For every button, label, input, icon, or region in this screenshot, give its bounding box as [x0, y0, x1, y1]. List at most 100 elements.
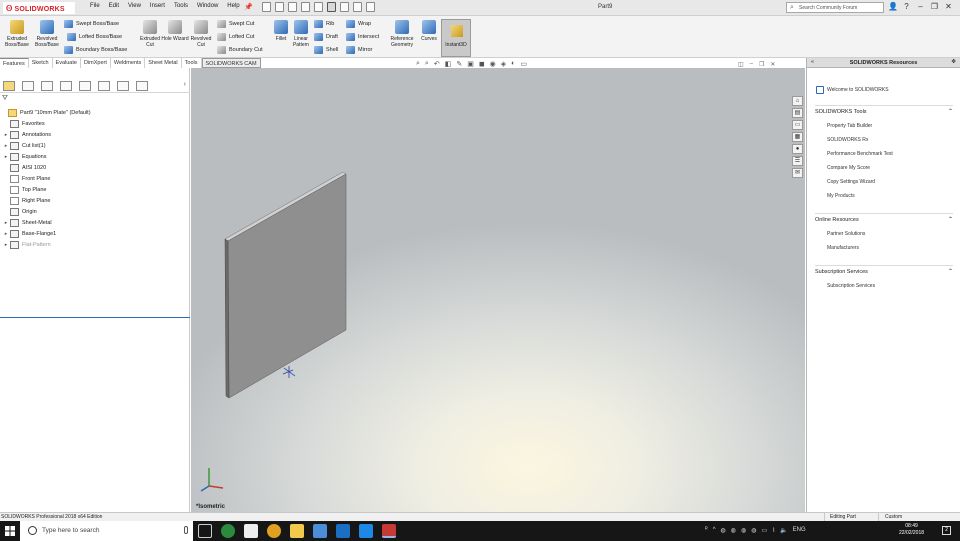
- previous-view-icon[interactable]: ↶: [434, 60, 440, 68]
- people-icon[interactable]: ᴿ: [705, 527, 708, 534]
- viewport-tile-icon[interactable]: ◫: [738, 61, 744, 68]
- file-explorer-icon[interactable]: [290, 524, 304, 538]
- performance-benchmark-link[interactable]: Performance Benchmark Test: [816, 150, 893, 158]
- hide-show-items-icon[interactable]: ◉: [490, 60, 496, 68]
- taskbar-clock[interactable]: 08:49 22/02/2018: [899, 523, 924, 537]
- menu-help[interactable]: Help: [227, 3, 239, 9]
- solidworks-taskbar-icon[interactable]: [382, 524, 396, 538]
- tray-app-icon[interactable]: ◍: [731, 527, 736, 534]
- expand-arrow-icon[interactable]: ▸: [2, 231, 10, 237]
- tab-tools[interactable]: Tools: [182, 58, 202, 68]
- open-icon[interactable]: [275, 2, 284, 12]
- partner-solutions-link[interactable]: Partner Solutions: [816, 230, 865, 238]
- tree-item[interactable]: ▸ Annotations: [0, 129, 190, 140]
- menu-insert[interactable]: Insert: [150, 3, 165, 9]
- my-products-link[interactable]: My Products: [816, 192, 855, 200]
- section-solidworks-tools[interactable]: SOLIDWORKS Tools ⌃: [815, 109, 953, 115]
- menu-tools[interactable]: Tools: [174, 3, 188, 9]
- rib-button[interactable]: Rib: [314, 20, 334, 28]
- cam-tool-tree-tab-icon[interactable]: [136, 81, 148, 91]
- unit-system-selector[interactable]: Custom: [885, 514, 902, 520]
- search-input[interactable]: ⌕ Search Community Forum: [786, 2, 884, 13]
- design-library-icon[interactable]: ▤: [792, 108, 803, 118]
- options-gear-icon[interactable]: [366, 2, 375, 12]
- chevron-up-icon[interactable]: ⌃: [948, 108, 953, 115]
- chrome-icon[interactable]: [267, 524, 281, 538]
- zoom-to-area-icon[interactable]: ⌕: [425, 60, 429, 68]
- graphics-area[interactable]: *Isometric: [191, 68, 805, 512]
- tab-weldments[interactable]: Weldments: [111, 58, 146, 68]
- zoom-to-fit-icon[interactable]: ⌕: [416, 60, 420, 68]
- tree-item[interactable]: ▸ Equations: [0, 151, 190, 162]
- property-manager-tab-icon[interactable]: [22, 81, 34, 91]
- action-center-icon[interactable]: 2: [942, 526, 951, 535]
- chevron-up-icon[interactable]: ⌃: [948, 268, 953, 275]
- welcome-link[interactable]: Welcome to SOLIDWORKS: [816, 86, 889, 94]
- xbox-icon[interactable]: [221, 524, 235, 538]
- tab-features[interactable]: Features: [0, 58, 29, 68]
- chevron-up-icon[interactable]: ⌃: [948, 216, 953, 223]
- pin-menu-icon[interactable]: 📌: [244, 3, 253, 11]
- close-icon[interactable]: ✕: [944, 2, 953, 11]
- revolved-cut-button[interactable]: Revolved Cut: [187, 20, 215, 48]
- solidworks-logo[interactable]: Ꙩ SOLIDWORKS: [3, 2, 75, 14]
- tab-sketch[interactable]: Sketch: [29, 58, 53, 68]
- calculator-icon[interactable]: [244, 524, 258, 538]
- task-view-icon[interactable]: [198, 524, 212, 538]
- intersect-button[interactable]: Intersect: [346, 33, 379, 41]
- print-icon[interactable]: [301, 2, 310, 12]
- view-settings-icon[interactable]: ▭: [520, 60, 527, 68]
- appearances-icon[interactable]: ●: [792, 144, 803, 154]
- tray-app-icon[interactable]: ◍: [741, 527, 746, 534]
- manufacturers-link[interactable]: Manufacturers: [816, 244, 859, 252]
- instant3d-button[interactable]: Instant3D: [441, 19, 471, 57]
- lofted-boss-button[interactable]: Lofted Boss/Base: [67, 33, 122, 41]
- language-indicator[interactable]: ENG: [793, 527, 806, 534]
- display-manager-tab-icon[interactable]: [79, 81, 91, 91]
- expand-arrow-icon[interactable]: ▸: [2, 143, 10, 149]
- rollback-bar[interactable]: [0, 317, 190, 318]
- tree-item[interactable]: Favorites: [0, 118, 190, 129]
- tree-item[interactable]: AISI 1020: [0, 162, 190, 173]
- restore-icon[interactable]: ❐: [930, 2, 939, 11]
- boundary-boss-button[interactable]: Boundary Boss/Base: [64, 46, 127, 54]
- plate-model[interactable]: [191, 68, 805, 512]
- tree-item[interactable]: Origin: [0, 206, 190, 217]
- feature-manager-tab-icon[interactable]: [3, 81, 15, 91]
- curves-button[interactable]: Curves: [415, 20, 443, 42]
- taskbar-search-box[interactable]: Type here to search: [20, 521, 193, 541]
- tab-solidworks-cam[interactable]: SOLIDWORKS CAM: [201, 58, 261, 68]
- network-icon[interactable]: ⌇: [772, 527, 775, 534]
- file-properties-icon[interactable]: [353, 2, 362, 12]
- tree-item[interactable]: Part9 "10mm Plate" (Default): [0, 107, 190, 118]
- subscription-services-link[interactable]: Subscription Services: [816, 282, 875, 290]
- windows-start-icon[interactable]: [0, 521, 20, 541]
- property-tab-builder-link[interactable]: Property Tab Builder: [816, 122, 872, 130]
- swept-cut-button[interactable]: Swept Cut: [217, 20, 254, 28]
- display-style-icon[interactable]: ◼: [479, 60, 485, 68]
- pin-pane-icon[interactable]: ✥: [951, 59, 956, 65]
- dimxpert-manager-tab-icon[interactable]: [60, 81, 72, 91]
- revolved-boss-button[interactable]: Revolved Boss/Base: [33, 20, 61, 48]
- tab-evaluate[interactable]: Evaluate: [53, 58, 81, 68]
- swept-boss-button[interactable]: Swept Boss/Base: [64, 20, 119, 28]
- section-view-icon[interactable]: ◧: [445, 60, 452, 68]
- tab-dimxpert[interactable]: DimXpert: [81, 58, 111, 68]
- file-explorer-icon[interactable]: ▭: [792, 120, 803, 130]
- collapse-pane-icon[interactable]: «: [811, 59, 814, 65]
- expand-arrow-icon[interactable]: ▸: [2, 220, 10, 226]
- volume-icon[interactable]: 🔈: [780, 527, 787, 534]
- chevron-right-icon[interactable]: ›: [184, 81, 186, 88]
- view-palette-icon[interactable]: ▦: [792, 132, 803, 142]
- chevron-up-icon[interactable]: ^: [713, 527, 716, 534]
- expand-arrow-icon[interactable]: ▸: [2, 154, 10, 160]
- draft-button[interactable]: Draft: [314, 33, 338, 41]
- microphone-icon[interactable]: [184, 526, 188, 534]
- menu-view[interactable]: View: [128, 3, 141, 9]
- help-icon[interactable]: ?: [902, 2, 911, 11]
- tree-item[interactable]: Front Plane: [0, 173, 190, 184]
- hole-wizard-button[interactable]: Hole Wizard: [161, 20, 189, 42]
- boundary-cut-button[interactable]: Boundary Cut: [217, 46, 263, 54]
- outlook-icon[interactable]: [336, 524, 350, 538]
- shell-button[interactable]: Shell: [314, 46, 338, 54]
